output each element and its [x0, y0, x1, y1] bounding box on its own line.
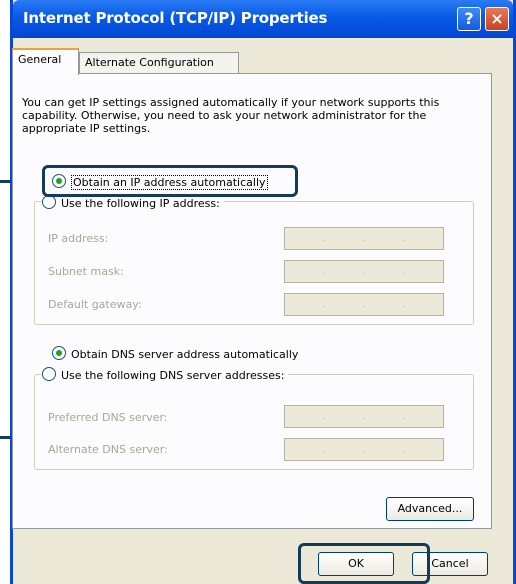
close-button[interactable]: ×: [485, 7, 509, 31]
obtain-dns-auto-label: Obtain DNS server address automatically: [71, 348, 299, 361]
ip-address-field[interactable]: ...: [284, 227, 444, 250]
use-following-ip-radio[interactable]: Use the following IP address:: [42, 195, 224, 211]
preferred-dns-field[interactable]: ...: [284, 405, 444, 428]
radio-unselected-icon: [42, 367, 56, 381]
alternate-dns-label: Alternate DNS server:: [48, 443, 168, 456]
advanced-button[interactable]: Advanced...: [386, 497, 474, 521]
ip-address-label: IP address:: [48, 232, 109, 245]
subnet-mask-field[interactable]: ...: [284, 260, 444, 283]
tab-general[interactable]: General: [12, 48, 79, 75]
use-following-ip-label: Use the following IP address:: [61, 197, 220, 210]
title-bar[interactable]: Internet Protocol (TCP/IP) Properties ? …: [13, 0, 513, 38]
use-following-dns-radio[interactable]: Use the following DNS server addresses:: [42, 367, 289, 383]
tab-alternate-configuration[interactable]: Alternate Configuration: [79, 52, 239, 74]
highlight-obtain-ip-auto: [42, 165, 298, 197]
use-following-dns-label: Use the following DNS server addresses:: [61, 369, 285, 382]
default-gateway-field[interactable]: ...: [284, 293, 444, 316]
description-text: You can get IP settings assigned automat…: [22, 96, 440, 135]
obtain-dns-auto-radio[interactable]: Obtain DNS server address automatically: [52, 346, 298, 362]
subnet-mask-label: Subnet mask:: [48, 265, 124, 278]
preferred-dns-label: Preferred DNS server:: [48, 411, 168, 424]
window-title: Internet Protocol (TCP/IP) Properties: [23, 9, 328, 27]
radio-unselected-icon: [42, 195, 56, 209]
default-gateway-label: Default gateway:: [48, 298, 142, 311]
help-button[interactable]: ?: [457, 7, 481, 31]
radio-selected-icon: [52, 346, 66, 360]
highlight-ok-button: [298, 543, 430, 584]
alternate-dns-field[interactable]: ...: [284, 438, 444, 461]
